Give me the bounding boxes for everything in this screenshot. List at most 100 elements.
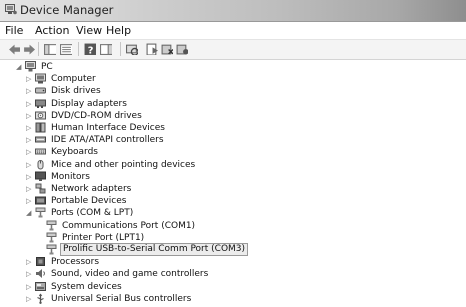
toolbar: ?: [0, 40, 466, 60]
monitor-icon: [35, 171, 46, 181]
device-tree: ◢ PC ▷ Computer ▷ Disk drives ▷ Display adapter…: [0, 61, 466, 307]
action-pane-icon: [100, 44, 112, 55]
port-icon: [46, 232, 57, 243]
pc-icon: [25, 61, 36, 72]
collapse-arrow-icon[interactable]: ◢: [16, 63, 22, 71]
expand-arrow-icon[interactable]: ▷: [26, 136, 32, 144]
toolbar-separator: [78, 42, 79, 56]
properties-button[interactable]: [60, 43, 72, 55]
enable-device-icon: [176, 44, 188, 55]
expand-arrow-icon[interactable]: ▷: [26, 185, 32, 193]
expand-arrow-icon[interactable]: ▷: [26, 295, 32, 303]
keyboard-icon: [35, 148, 46, 155]
tree-category[interactable]: ▷ Monitors: [26, 171, 440, 183]
tree-item-label: Computer: [51, 74, 96, 85]
expand-arrow-icon[interactable]: ▷: [26, 148, 32, 156]
device-manager-window: Device Manager File Action View Help ? ◢…: [0, 0, 466, 307]
tree-item-label: Network adapters: [51, 184, 132, 194]
expand-arrow-icon[interactable]: ▷: [26, 270, 32, 278]
hid-icon: [35, 122, 46, 133]
expand-arrow-icon[interactable]: ▷: [26, 197, 32, 205]
toolbar-separator: [38, 42, 39, 56]
port-icon: [35, 207, 46, 218]
action-pane-button[interactable]: [100, 43, 112, 55]
menu-bar: File Action View Help: [0, 22, 466, 40]
tree-category[interactable]: ▷ Network adapters: [26, 183, 440, 195]
forward-arrow-icon: [24, 44, 35, 55]
menu-file[interactable]: File: [5, 24, 23, 37]
tree-category[interactable]: ▷ Processors: [26, 256, 440, 268]
tree-root-pc[interactable]: ◢ PC: [16, 61, 440, 73]
tree-category[interactable]: ▷ Sound, video and game controllers: [26, 268, 440, 280]
expand-arrow-icon[interactable]: ▷: [26, 173, 32, 181]
tree-category[interactable]: ▷ Disk drives: [26, 85, 440, 97]
expand-arrow-icon[interactable]: ▷: [26, 100, 32, 108]
menu-view[interactable]: View: [76, 24, 102, 37]
system-device-icon: [35, 281, 46, 291]
device-manager-icon: [5, 4, 17, 15]
update-driver-icon: [146, 43, 158, 55]
tree-category[interactable]: ▷ DVD/CD-ROM drives: [26, 110, 440, 122]
show-hide-console-tree-icon: [44, 44, 56, 55]
expand-arrow-icon[interactable]: ▷: [26, 283, 32, 291]
menu-help[interactable]: Help: [106, 24, 131, 37]
tree-item-label: Prolific USB-to-Serial Comm Port (COM3): [60, 243, 249, 256]
computer-icon: [35, 73, 46, 84]
tree-device[interactable]: Printer Port (LPT1): [37, 232, 440, 244]
tree-category[interactable]: ▷ Keyboards: [26, 146, 440, 158]
tree-category[interactable]: ▷ Human Interface Devices: [26, 122, 440, 134]
title-bar[interactable]: Device Manager: [0, 0, 466, 22]
expand-arrow-icon[interactable]: ▷: [26, 161, 32, 169]
uninstall-button[interactable]: [161, 43, 173, 55]
tree-category[interactable]: ◢ Ports (COM & LPT): [26, 207, 440, 219]
tree-item-label: Processors: [51, 257, 100, 268]
toolbar-separator: [120, 42, 121, 56]
update-driver-button[interactable]: [146, 43, 158, 55]
tree-item-label: Sound, video and game controllers: [51, 269, 209, 280]
tree-device-selected[interactable]: Prolific USB-to-Serial Comm Port (COM3): [37, 243, 440, 256]
tree-item-label: Communications Port (COM1): [62, 220, 196, 231]
tree-category[interactable]: ▷ Computer: [26, 73, 440, 85]
expand-arrow-icon[interactable]: ▷: [26, 75, 32, 83]
forward-button[interactable]: [23, 43, 35, 55]
tree-item-label: Portable Devices: [51, 196, 127, 207]
expand-arrow-icon[interactable]: ▷: [26, 124, 32, 132]
enable-button[interactable]: [176, 43, 188, 55]
tree-category[interactable]: ▷ Universal Serial Bus controllers: [26, 293, 440, 305]
tree-device[interactable]: Communications Port (COM1): [37, 220, 440, 232]
window-title: Device Manager: [20, 3, 114, 17]
tree-item-label: Keyboards: [51, 147, 98, 158]
tree-item-label: Mice and other pointing devices: [51, 159, 196, 170]
scan-hardware-button[interactable]: [126, 43, 138, 55]
console-tree-button[interactable]: [44, 43, 56, 55]
help-icon: ?: [84, 43, 96, 55]
disk-drive-icon: [35, 87, 46, 94]
tree-category[interactable]: ▷ System devices: [26, 281, 440, 293]
collapse-arrow-icon[interactable]: ◢: [26, 209, 32, 217]
tree-item-label: System devices: [51, 281, 122, 292]
tree-item-label: Ports (COM & LPT): [51, 208, 134, 219]
menu-action[interactable]: Action: [35, 24, 69, 37]
tree-item-label: Display adapters: [51, 98, 127, 109]
port-icon: [46, 220, 57, 231]
expand-arrow-icon[interactable]: ▷: [26, 112, 32, 120]
processor-icon: [36, 257, 45, 267]
tree-item-label: DVD/CD-ROM drives: [51, 110, 142, 121]
tree-category[interactable]: ▷ Mice and other pointing devices: [26, 159, 440, 171]
expand-arrow-icon[interactable]: ▷: [26, 258, 32, 266]
tree-item-label: Printer Port (LPT1): [62, 232, 145, 243]
uninstall-icon: [161, 44, 173, 55]
back-arrow-icon: [9, 44, 20, 55]
tree-item-label: PC: [41, 62, 53, 72]
tree-category[interactable]: ▷ IDE ATA/ATAPI controllers: [26, 134, 440, 146]
tree-category[interactable]: ▷ Portable Devices: [26, 195, 440, 207]
back-button[interactable]: [8, 43, 20, 55]
expand-arrow-icon[interactable]: ▷: [26, 87, 32, 95]
tree-item-label: Universal Serial Bus controllers: [51, 293, 192, 304]
help-button[interactable]: ?: [84, 43, 96, 55]
scan-hardware-icon: [126, 44, 138, 55]
tree-item-label: Human Interface Devices: [51, 123, 165, 133]
properties-icon: [60, 44, 72, 55]
sound-icon: [36, 269, 45, 279]
tree-category[interactable]: ▷ Display adapters: [26, 98, 440, 110]
